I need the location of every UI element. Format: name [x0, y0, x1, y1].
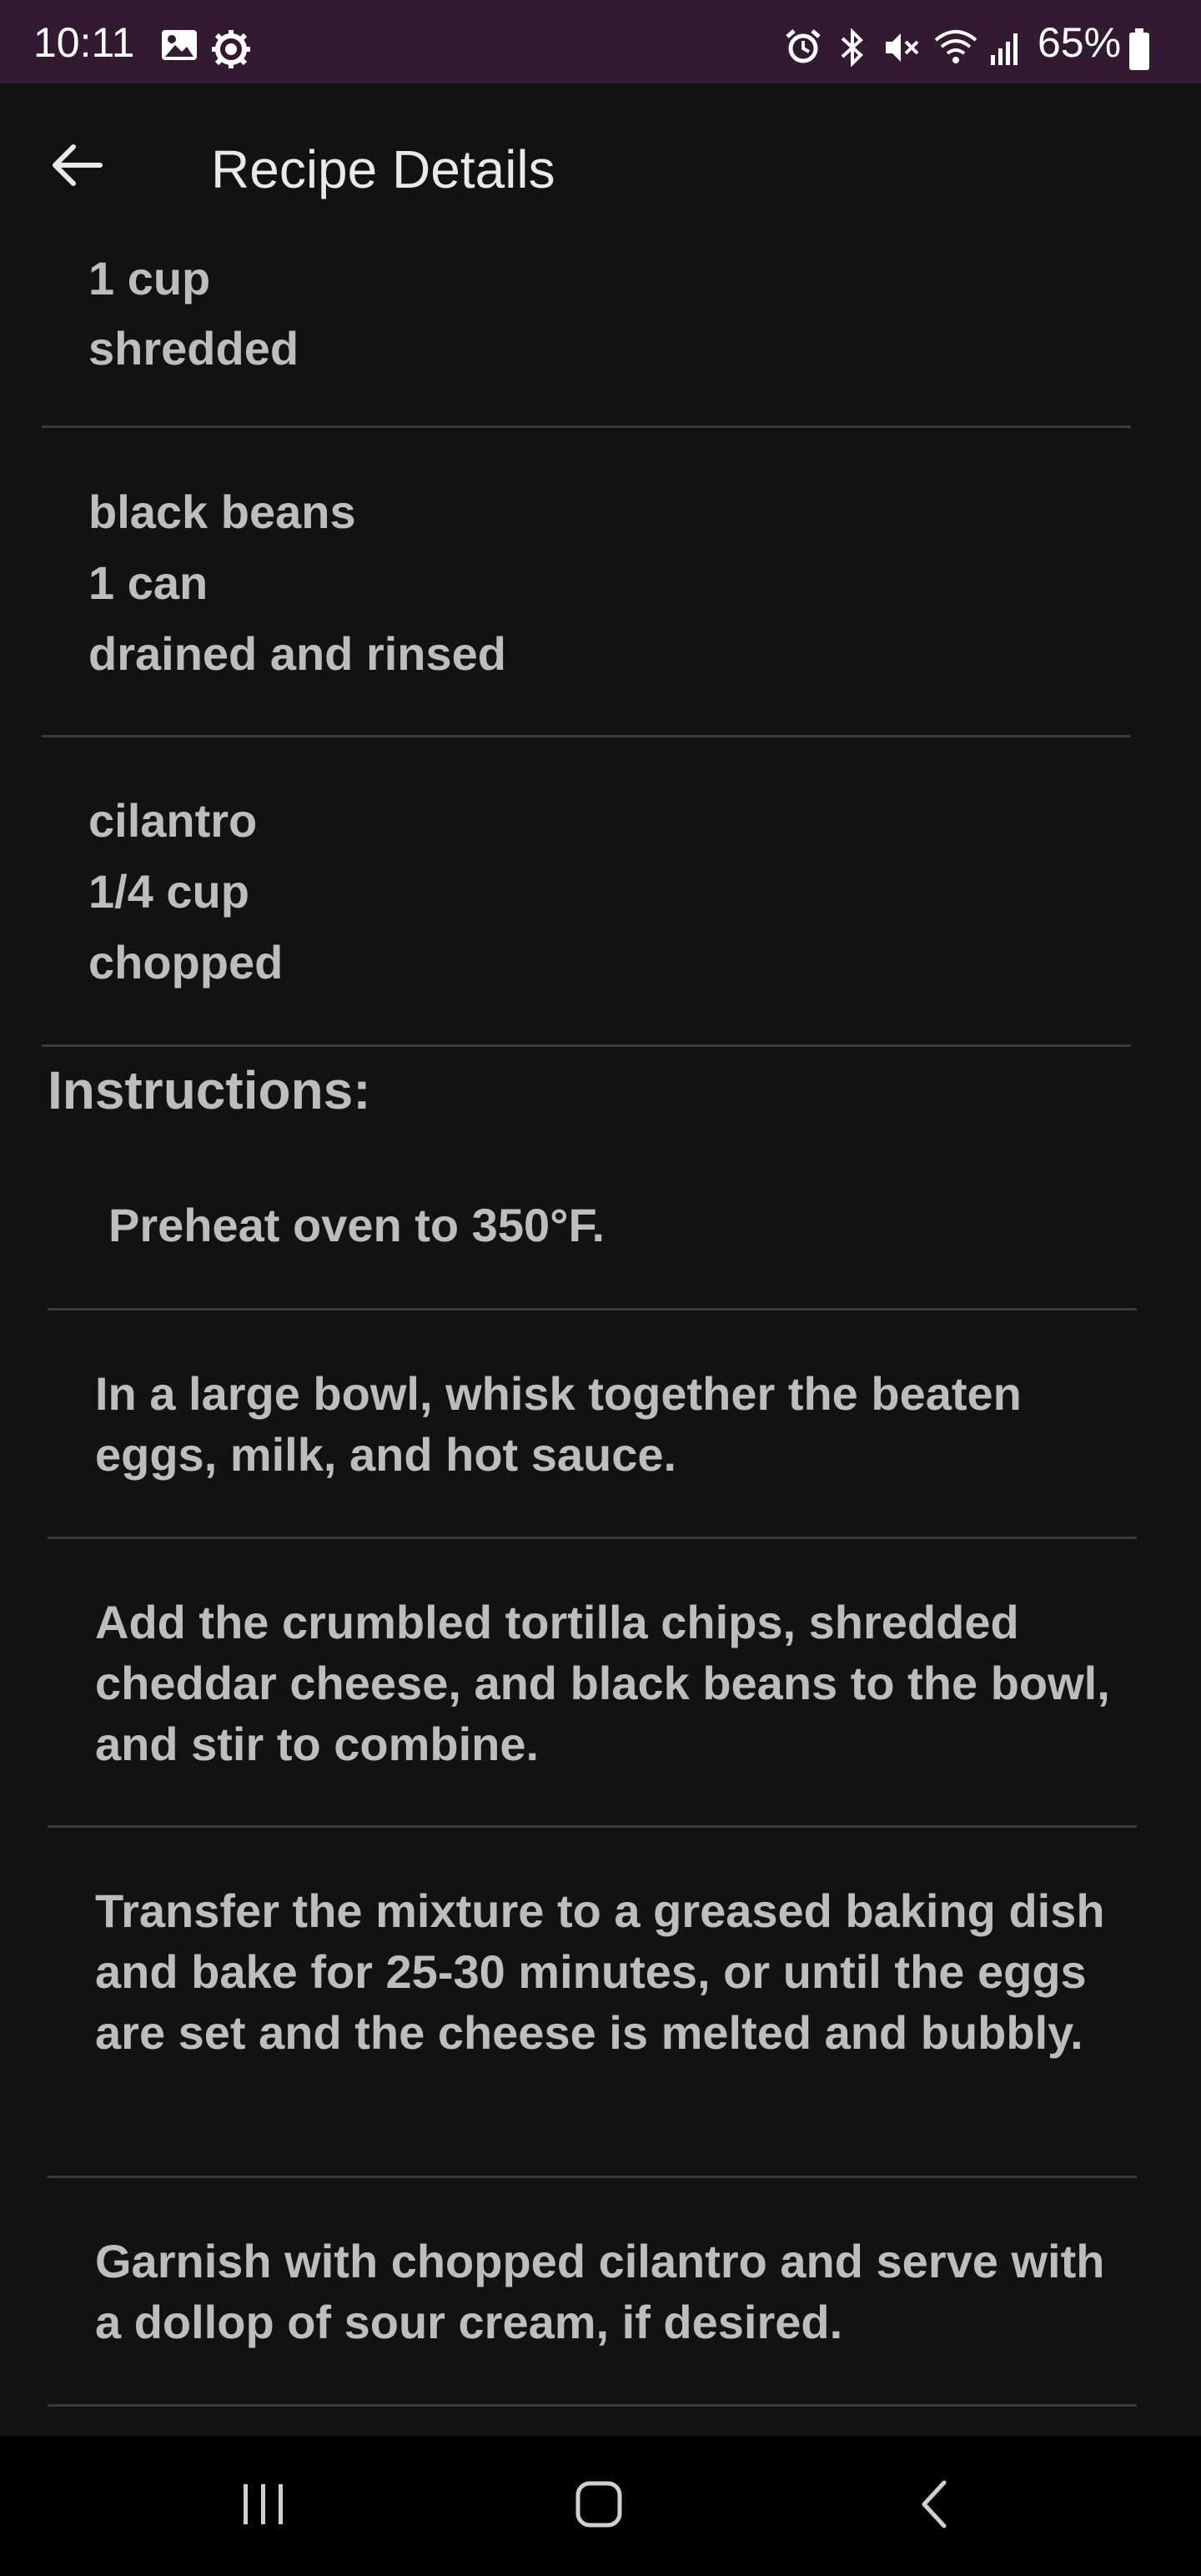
divider	[42, 1044, 1131, 1047]
battery-icon	[1129, 28, 1149, 70]
recipe-content: 1 cup shredded black beans 1 can drained…	[0, 217, 1201, 2436]
ingredient-name: black beans	[88, 486, 356, 538]
divider	[48, 1825, 1137, 1828]
bluetooth-icon	[841, 28, 863, 67]
status-time: 10:11	[33, 19, 135, 66]
divider	[42, 425, 1131, 428]
instruction-step: Garnish with chopped cilantro and serve …	[95, 2235, 1105, 2348]
page-title: Recipe Details	[211, 139, 555, 199]
back-arrow-icon[interactable]	[50, 142, 103, 189]
back-icon[interactable]	[916, 2479, 952, 2529]
divider	[48, 1537, 1137, 1539]
divider	[48, 2176, 1137, 2178]
ingredient-quantity: 1/4 cup	[88, 865, 249, 918]
wifi-icon	[934, 30, 977, 63]
settings-icon	[212, 30, 250, 68]
divider	[42, 735, 1131, 737]
ingredient-preparation: drained and rinsed	[88, 627, 506, 680]
system-nav-bar	[0, 2436, 1201, 2576]
status-bar: 10:11 65%	[0, 0, 1201, 83]
alarm-icon	[786, 29, 821, 63]
mute-icon	[886, 33, 919, 62]
ingredient-preparation: shredded	[88, 322, 299, 375]
signal-icon	[991, 33, 1018, 65]
ingredient-quantity: 1 cup	[88, 252, 211, 304]
ingredient-name: cilantro	[88, 794, 258, 847]
instructions-heading: Instructions:	[48, 1060, 371, 1120]
instruction-step: Add the crumbled tortilla chips, shredde…	[95, 1596, 1110, 1770]
divider	[48, 1308, 1137, 1311]
image-icon	[162, 30, 197, 60]
ingredient-quantity: 1 can	[88, 556, 209, 609]
divider	[48, 2404, 1137, 2407]
home-icon[interactable]	[574, 2479, 624, 2529]
battery-percent: 65%	[1038, 19, 1122, 66]
recent-apps-icon[interactable]	[239, 2481, 289, 2528]
instruction-step: Preheat oven to 350°F.	[108, 1199, 606, 1251]
instruction-step: Transfer the mixture to a greased baking…	[95, 1884, 1105, 2059]
instruction-step: In a large bowl, whisk together the beat…	[95, 1367, 1022, 1481]
ingredient-preparation: chopped	[88, 936, 284, 989]
